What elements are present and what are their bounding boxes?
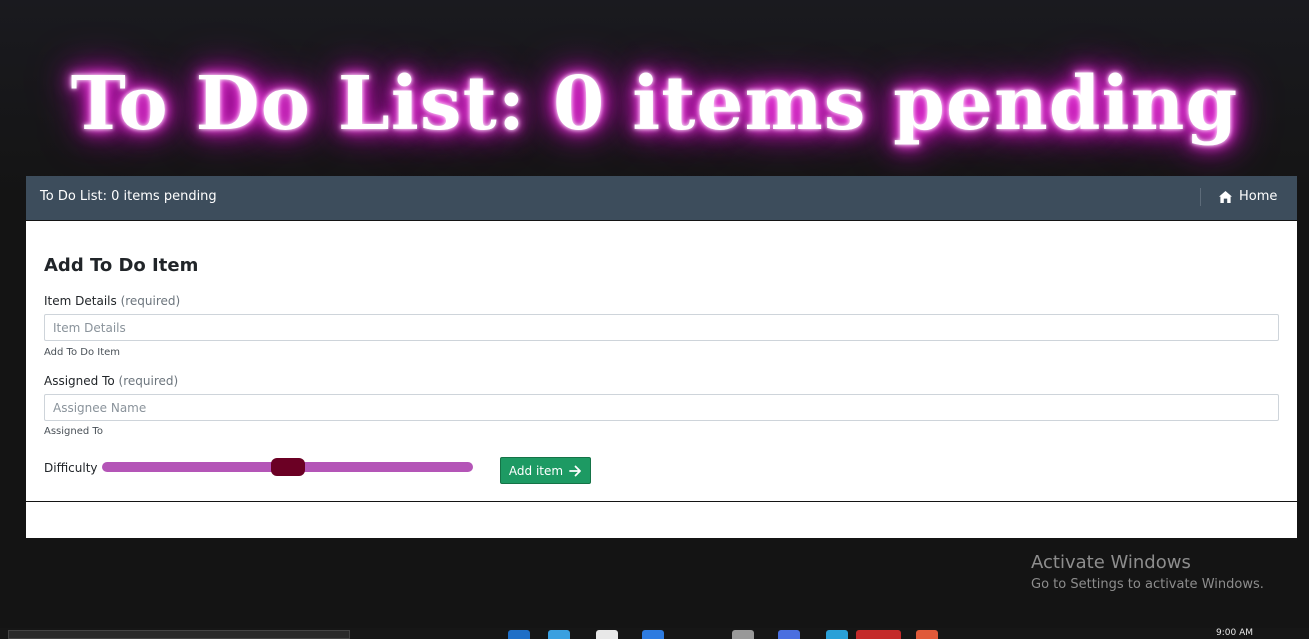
arrow-right-icon	[569, 465, 582, 477]
page-title: To Do List: 0 items pending	[70, 61, 1239, 147]
taskbar-app-icon[interactable]	[732, 630, 754, 639]
taskbar-app-icon[interactable]	[596, 630, 618, 639]
card-footer	[26, 502, 1297, 538]
taskbar-app-icon[interactable]	[916, 630, 938, 639]
taskbar: 9:00 AM	[0, 628, 1309, 639]
difficulty-slider-thumb[interactable]	[270, 458, 305, 476]
form-title: Add To Do Item	[44, 255, 199, 276]
taskbar-app-icon[interactable]	[856, 630, 901, 639]
assigned-to-required-text: (required)	[118, 374, 179, 388]
add-item-button[interactable]: Add item	[500, 457, 591, 484]
home-link-label: Home	[1239, 189, 1278, 204]
taskbar-search-box[interactable]	[8, 630, 350, 639]
home-icon	[1218, 190, 1233, 204]
assigned-to-label: Assigned To (required)	[44, 374, 178, 388]
assignee-name-input[interactable]	[44, 394, 1279, 421]
taskbar-app-icon[interactable]	[508, 630, 530, 639]
assigned-to-help: Assigned To	[44, 426, 103, 437]
watermark-title: Activate Windows	[1031, 552, 1191, 573]
taskbar-app-icon[interactable]	[642, 630, 664, 639]
taskbar-app-icon[interactable]	[548, 630, 570, 639]
activate-windows-watermark: Activate Windows Go to Settings to activ…	[1031, 552, 1264, 596]
taskbar-app-icon[interactable]	[778, 630, 800, 639]
item-details-label: Item Details (required)	[44, 294, 180, 308]
item-details-label-text: Item Details	[44, 294, 117, 308]
top-navbar: To Do List: 0 items pending Home	[26, 176, 1297, 220]
item-details-required-text: (required)	[120, 294, 181, 308]
taskbar-clock: 9:00 AM	[1216, 628, 1253, 638]
navbar-brand[interactable]: To Do List: 0 items pending	[40, 189, 217, 204]
navbar-divider	[1200, 188, 1201, 206]
home-link[interactable]: Home	[1218, 189, 1277, 204]
difficulty-label: Difficulty	[44, 461, 98, 475]
item-details-input[interactable]	[44, 314, 1279, 341]
taskbar-app-icon[interactable]	[826, 630, 848, 639]
difficulty-slider[interactable]	[102, 458, 473, 476]
add-item-card: Add To Do Item Item Details (required) A…	[26, 221, 1297, 501]
assigned-to-label-text: Assigned To	[44, 374, 115, 388]
item-details-help: Add To Do Item	[44, 347, 121, 358]
add-item-button-label: Add item	[508, 463, 564, 478]
app-page: To Do List: 0 items pending To Do List: …	[0, 0, 1309, 639]
watermark-subtitle: Go to Settings to activate Windows.	[1031, 577, 1264, 592]
